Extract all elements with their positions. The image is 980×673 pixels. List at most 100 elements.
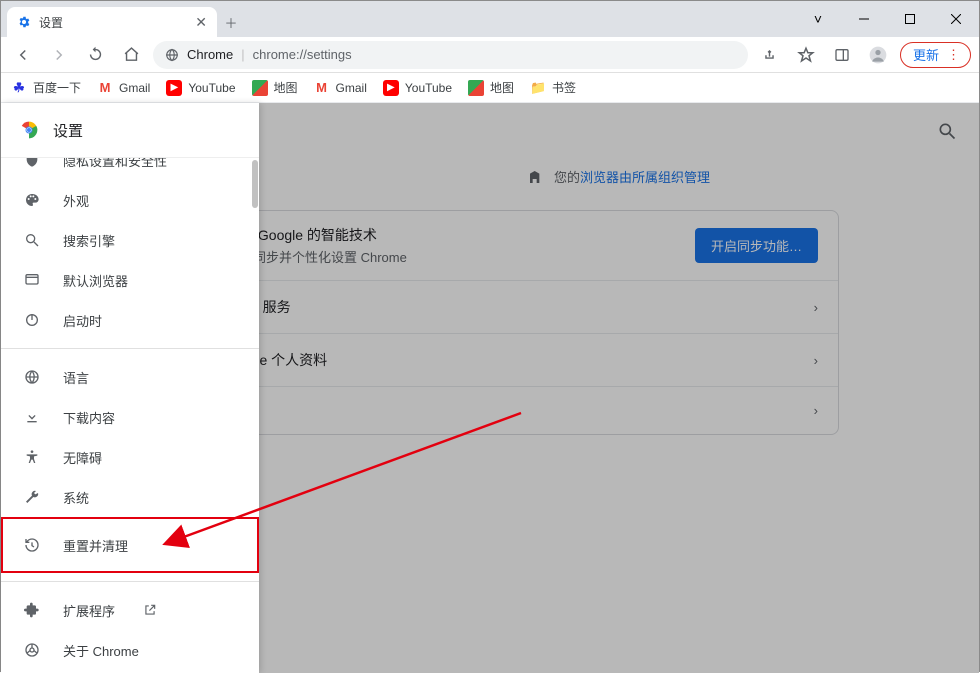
chevron-right-icon: › (814, 353, 818, 368)
sidebar-item-label: 系统 (63, 488, 89, 507)
youtube-icon: ▶ (166, 80, 182, 96)
sync-title: 享 Google 的智能技术 (240, 225, 407, 245)
menu-dots-icon[interactable]: ⋮ (947, 47, 960, 63)
sidebar-item-appearance[interactable]: 外观 (1, 180, 259, 220)
palette-icon (23, 192, 41, 208)
org-managed-message: 您的浏览器由所属组织管理 (259, 159, 979, 210)
window-controls: ˅ (795, 1, 979, 37)
profile-avatar-icon[interactable] (864, 41, 892, 69)
browser-icon (23, 272, 41, 288)
bookmark-item[interactable]: ▶YouTube (166, 80, 235, 96)
download-icon (23, 409, 41, 425)
sidebar-item-search[interactable]: 搜索引擎 (1, 220, 259, 260)
bookmark-item[interactable]: 地图 (468, 79, 514, 96)
sidebar-title: 设置 (53, 120, 83, 141)
home-button[interactable] (117, 41, 145, 69)
bookmark-item[interactable]: MGmail (97, 80, 150, 96)
search-icon (23, 232, 41, 248)
sidebar-item-accessibility[interactable]: 无障碍 (1, 437, 259, 477)
sidebar-item-label: 扩展程序 (63, 601, 115, 620)
chevron-right-icon: › (814, 300, 818, 315)
sidebar-divider (1, 581, 259, 582)
close-tab-icon[interactable]: ✕ (195, 14, 207, 31)
sidebar-item-about[interactable]: 关于 Chrome (1, 630, 259, 670)
share-icon[interactable] (756, 41, 784, 69)
bookmark-item[interactable]: ▶YouTube (383, 80, 452, 96)
sidebar-item-label: 隐私设置和安全性 (63, 157, 167, 170)
minimize-button[interactable] (841, 1, 887, 37)
sidebar-item-startup[interactable]: 启动时 (1, 300, 259, 340)
sidebar-item-label: 语言 (63, 368, 89, 387)
browser-toolbar: Chrome | chrome://settings 更新 ⋮ (1, 37, 979, 73)
address-bar[interactable]: Chrome | chrome://settings (153, 41, 748, 69)
folder-icon: 📁 (530, 80, 546, 96)
settings-row-import[interactable]: › (220, 386, 838, 434)
youtube-icon: ▶ (383, 80, 399, 96)
sidebar-item-privacy[interactable]: 隐私设置和安全性 (1, 157, 259, 180)
gmail-icon: M (97, 80, 113, 96)
settings-row-google-services[interactable]: gle 服务 › (220, 280, 838, 333)
sidebar-header: 设置 (1, 103, 259, 157)
bookmark-item[interactable]: 地图 (252, 79, 298, 96)
new-tab-button[interactable]: ＋ (217, 7, 245, 37)
sync-subtitle: 上同步并个性化设置 Chrome (240, 247, 407, 266)
sidebar-divider (1, 348, 259, 349)
sidebar-item-system[interactable]: 系统 (1, 477, 259, 517)
bookmark-item[interactable]: ☘百度一下 (11, 79, 81, 96)
sidebar-item-downloads[interactable]: 下载内容 (1, 397, 259, 437)
sync-card: 享 Google 的智能技术 上同步并个性化设置 Chrome 开启同步功能… … (219, 210, 839, 435)
bookmarks-bar: ☘百度一下 MGmail ▶YouTube 地图 MGmail ▶YouTube… (1, 73, 979, 103)
sidebar-item-label: 无障碍 (63, 448, 102, 467)
sidebar-scrollbar[interactable] (252, 160, 258, 208)
sidebar-item-label: 启动时 (63, 311, 102, 330)
settings-sidebar: 设置 隐私设置和安全性 外观 搜索引擎 默认浏览器 启动时 语言 下载内容 无障… (1, 103, 259, 673)
shield-icon (23, 157, 41, 168)
sidebar-item-label: 默认浏览器 (63, 271, 128, 290)
chrome-logo-icon (19, 120, 39, 140)
site-label: Chrome (187, 47, 233, 62)
sidebar-item-languages[interactable]: 语言 (1, 357, 259, 397)
forward-button[interactable] (45, 41, 73, 69)
browser-tab[interactable]: 设置 ✕ (7, 7, 217, 37)
sidebar-item-label: 搜索引擎 (63, 231, 115, 250)
sidebar-item-reset[interactable]: 重置并清理 (1, 517, 259, 573)
extension-icon (23, 602, 41, 618)
sidebar-item-label: 关于 Chrome (63, 641, 139, 660)
power-icon (23, 312, 41, 328)
site-info-icon[interactable] (165, 48, 179, 62)
external-link-icon (143, 603, 157, 617)
maps-icon (468, 80, 484, 96)
sidebar-item-label: 重置并清理 (63, 536, 128, 555)
sidebar-item-label: 下载内容 (63, 408, 115, 427)
gear-icon (17, 15, 31, 29)
update-button[interactable]: 更新 ⋮ (900, 42, 971, 68)
side-panel-icon[interactable] (828, 41, 856, 69)
bookmark-item[interactable]: MGmail (314, 80, 367, 96)
window-titlebar: 设置 ✕ ＋ ˅ (1, 1, 979, 37)
reload-button[interactable] (81, 41, 109, 69)
gmail-icon: M (314, 80, 330, 96)
back-button[interactable] (9, 41, 37, 69)
tab-dropdown-button[interactable]: ˅ (795, 1, 841, 37)
tab-title: 设置 (39, 14, 187, 31)
wrench-icon (23, 489, 41, 505)
maps-icon (252, 80, 268, 96)
settings-row-profile[interactable]: ome 个人资料 › (220, 333, 838, 386)
chevron-right-icon: › (814, 403, 818, 418)
update-label: 更新 (913, 45, 939, 64)
close-window-button[interactable] (933, 1, 979, 37)
restore-icon (23, 537, 41, 553)
search-settings-icon[interactable] (937, 121, 957, 141)
org-managed-link[interactable]: 浏览器由所属组织管理 (580, 170, 710, 185)
enable-sync-button[interactable]: 开启同步功能… (695, 228, 818, 263)
chrome-icon (23, 642, 41, 658)
globe-icon (23, 369, 41, 385)
sidebar-item-label: 外观 (63, 191, 89, 210)
bookmark-item[interactable]: 📁书签 (530, 79, 576, 96)
maximize-button[interactable] (887, 1, 933, 37)
accessibility-icon (23, 449, 41, 465)
building-icon (528, 169, 544, 185)
sidebar-item-extensions[interactable]: 扩展程序 (1, 590, 259, 630)
sidebar-item-default-browser[interactable]: 默认浏览器 (1, 260, 259, 300)
bookmark-star-icon[interactable] (792, 41, 820, 69)
